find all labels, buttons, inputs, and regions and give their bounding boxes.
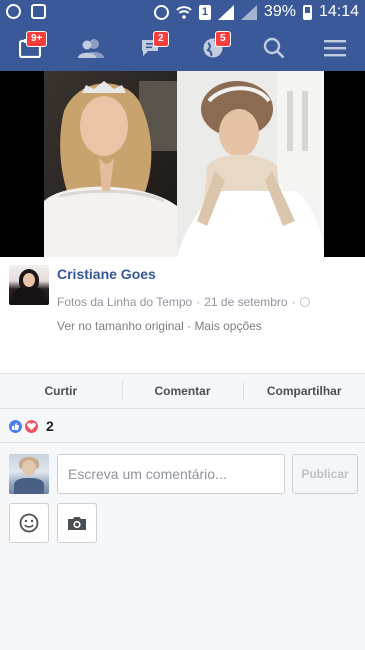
messages-badge: 2 — [153, 31, 169, 47]
photo-attach-button[interactable] — [57, 503, 97, 543]
post-photo[interactable] — [0, 71, 365, 257]
post-date[interactable]: 21 de setembro — [204, 295, 287, 309]
nav-friends[interactable] — [61, 25, 121, 71]
status-bar: 1 39% 14:14 — [0, 0, 365, 25]
love-reaction-icon — [24, 419, 39, 434]
meta-separator: · — [196, 295, 201, 309]
bride-photo-left — [44, 71, 177, 257]
publish-button[interactable]: Publicar — [292, 454, 358, 494]
current-user-avatar — [9, 454, 49, 494]
more-options-link[interactable]: Mais opções — [194, 319, 261, 333]
signal-icon — [217, 4, 234, 20]
nav-search[interactable] — [244, 25, 304, 71]
gallery-icon — [31, 4, 46, 19]
nav-menu[interactable] — [305, 25, 365, 71]
bride-photo-right — [177, 71, 324, 257]
globe-icon — [299, 297, 310, 307]
wifi-icon — [176, 6, 192, 19]
photo-links: Ver no tamanho original · Mais opções — [57, 319, 262, 333]
clock: 14:14 — [318, 3, 359, 20]
album-link[interactable]: Fotos da Linha do Tempo — [57, 295, 192, 309]
post-meta: Fotos da Linha do Tempo · 21 de setembro… — [57, 295, 310, 309]
view-full-size-link[interactable]: Ver no tamanho original — [57, 319, 184, 333]
feed-badge: 9+ — [26, 31, 48, 47]
sim-1-icon: 1 — [198, 4, 211, 20]
like-button[interactable]: Curtir — [0, 374, 122, 408]
sticker-button[interactable] — [9, 503, 49, 543]
links-separator: · — [187, 319, 192, 333]
battery-icon — [302, 4, 312, 20]
top-navigation: 9+ 2 5 — [0, 25, 365, 71]
post-actions: Curtir Comentar Compartilhar — [0, 373, 365, 409]
share-button[interactable]: Compartilhar — [243, 374, 365, 408]
notifications-badge: 5 — [215, 31, 231, 47]
status-bar-system: 1 39% 14:14 — [153, 3, 359, 21]
alarm-icon — [153, 4, 169, 20]
comment-input[interactable] — [57, 454, 285, 494]
reactions-bar[interactable]: 2 — [0, 409, 365, 443]
reaction-count: 2 — [46, 418, 54, 434]
nav-notifications[interactable]: 5 — [183, 25, 243, 71]
author-avatar[interactable] — [9, 265, 49, 305]
status-bar-notifications — [6, 4, 46, 19]
comment-button[interactable]: Comentar — [121, 374, 244, 408]
nav-messages[interactable]: 2 — [122, 25, 182, 71]
camera-icon — [68, 517, 86, 530]
menu-icon — [324, 40, 346, 57]
smiley-icon — [19, 513, 39, 533]
meta-separator-2: · — [291, 295, 296, 309]
nav-feed[interactable]: 9+ — [0, 25, 60, 71]
whatsapp-icon — [6, 4, 21, 19]
friends-icon — [78, 39, 104, 58]
search-icon — [263, 37, 285, 59]
signal-2-icon — [240, 4, 257, 20]
battery-percent: 39% — [263, 3, 296, 20]
post-info: Cristiane Goes Fotos da Linha do Tempo ·… — [0, 257, 365, 373]
author-name[interactable]: Cristiane Goes — [57, 266, 156, 282]
like-reaction-icon — [8, 419, 23, 434]
comment-composer: Publicar — [0, 443, 365, 650]
